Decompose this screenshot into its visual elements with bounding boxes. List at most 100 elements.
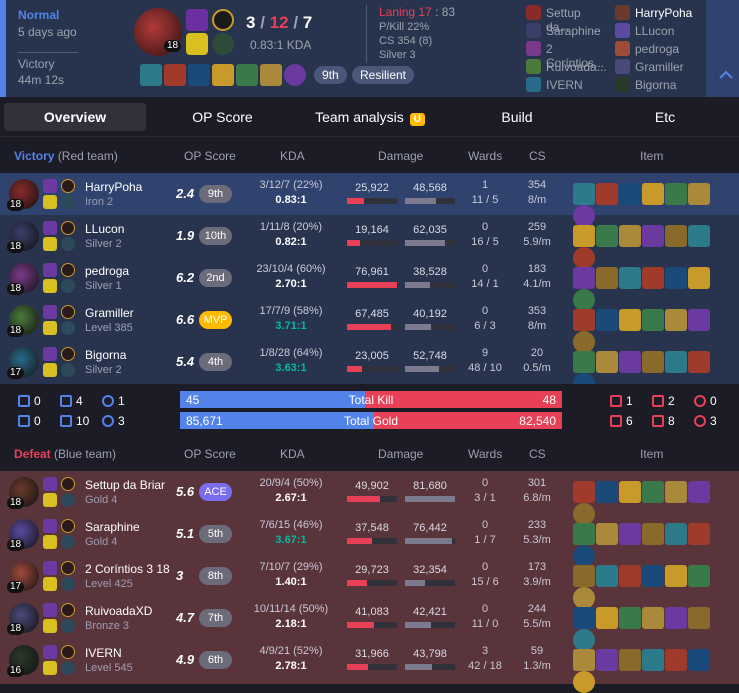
item-icon[interactable] xyxy=(596,225,618,247)
summoner-spell-icon[interactable] xyxy=(43,519,57,533)
summoner-spell-icon[interactable] xyxy=(43,603,57,617)
item-icon[interactable] xyxy=(665,481,687,503)
item-icon[interactable] xyxy=(596,607,618,629)
rune-secondary-icon[interactable] xyxy=(212,33,234,55)
item-icon[interactable] xyxy=(619,267,641,289)
summoner-name[interactable]: HarryPoha xyxy=(85,180,142,194)
summoner-spell-icon[interactable] xyxy=(43,321,57,335)
summoner-name[interactable]: RuivoadaXD xyxy=(85,604,152,618)
tab-overview[interactable]: Overview xyxy=(4,103,146,131)
item-icon[interactable] xyxy=(212,64,234,86)
rune-secondary-icon[interactable] xyxy=(61,363,75,377)
item-icon[interactable] xyxy=(573,565,595,587)
participant-item[interactable]: Saraphine xyxy=(526,23,606,39)
tab-etc[interactable]: Etc xyxy=(594,103,736,131)
rune-keystone-icon[interactable] xyxy=(61,645,75,659)
rune-keystone-icon[interactable] xyxy=(61,179,75,193)
summoner-spell-icon[interactable] xyxy=(43,263,57,277)
tab-build[interactable]: Build xyxy=(446,103,588,131)
summoner-name[interactable]: Gramiller xyxy=(85,306,134,320)
rune-secondary-icon[interactable] xyxy=(61,195,75,209)
participant-item[interactable]: IVERN xyxy=(526,77,606,93)
item-icon[interactable] xyxy=(236,64,258,86)
participant-item[interactable]: Bigorna xyxy=(615,77,705,93)
summoner-spell-icon[interactable] xyxy=(43,561,57,575)
participant-item[interactable]: Settup da... xyxy=(526,5,606,34)
rune-keystone-icon[interactable] xyxy=(61,603,75,617)
expand-button[interactable] xyxy=(706,0,739,97)
summoner-spell-icon[interactable] xyxy=(43,619,57,633)
item-icon[interactable] xyxy=(573,607,595,629)
summoner-name[interactable]: IVERN xyxy=(85,646,122,660)
item-icon[interactable] xyxy=(596,351,618,373)
rune-secondary-icon[interactable] xyxy=(61,237,75,251)
item-icon[interactable] xyxy=(665,649,687,671)
item-icon[interactable] xyxy=(642,481,664,503)
item-icon[interactable] xyxy=(665,351,687,373)
summoner-spell-icon[interactable] xyxy=(43,179,57,193)
participant-item[interactable]: Ruivoada... xyxy=(526,59,607,75)
item-icon[interactable] xyxy=(665,523,687,545)
item-icon[interactable] xyxy=(688,565,710,587)
item-icon[interactable] xyxy=(688,523,710,545)
item-icon[interactable] xyxy=(164,64,186,86)
item-icon[interactable] xyxy=(642,309,664,331)
participant-item[interactable]: Gramiller xyxy=(615,59,705,75)
tab-team-analysis[interactable]: Team analysis U xyxy=(300,103,440,131)
participant-item[interactable]: LLucon xyxy=(615,23,705,39)
item-icon[interactable] xyxy=(665,607,687,629)
rune-secondary-icon[interactable] xyxy=(61,577,75,591)
summoner-spell-icon[interactable] xyxy=(43,279,57,293)
rune-keystone-icon[interactable] xyxy=(61,347,75,361)
item-icon[interactable] xyxy=(619,481,641,503)
rune-keystone-icon[interactable] xyxy=(61,519,75,533)
item-icon[interactable] xyxy=(665,225,687,247)
item-icon[interactable] xyxy=(642,225,664,247)
item-icon[interactable] xyxy=(260,64,282,86)
summoner-spell-icon[interactable] xyxy=(43,305,57,319)
summoner-spell-icon[interactable] xyxy=(43,195,57,209)
item-icon[interactable] xyxy=(619,649,641,671)
rune-secondary-icon[interactable] xyxy=(61,493,75,507)
rune-keystone-icon[interactable] xyxy=(61,561,75,575)
rune-keystone-icon[interactable] xyxy=(212,9,234,31)
summoner-name[interactable]: Settup da Briar xyxy=(85,478,165,492)
item-icon[interactable] xyxy=(665,309,687,331)
item-icon[interactable] xyxy=(596,309,618,331)
item-icon[interactable] xyxy=(642,267,664,289)
summoner-spell-icon[interactable] xyxy=(43,577,57,591)
item-icon[interactable] xyxy=(642,565,664,587)
item-icon[interactable] xyxy=(688,351,710,373)
item-icon[interactable] xyxy=(688,649,710,671)
item-icon[interactable] xyxy=(596,565,618,587)
summoner-spell-icon[interactable] xyxy=(43,645,57,659)
summoner-name[interactable]: pedroga xyxy=(85,264,129,278)
rune-keystone-icon[interactable] xyxy=(61,221,75,235)
summoner-spell-icon[interactable] xyxy=(186,9,208,31)
item-icon[interactable] xyxy=(619,309,641,331)
tab-op-score[interactable]: OP Score xyxy=(150,103,295,131)
item-icon[interactable] xyxy=(573,523,595,545)
summoner-name[interactable]: Saraphine xyxy=(85,520,140,534)
rune-secondary-icon[interactable] xyxy=(61,279,75,293)
item-icon[interactable] xyxy=(573,351,595,373)
item-icon[interactable] xyxy=(596,481,618,503)
summoner-name[interactable]: Bigorna xyxy=(85,348,126,362)
rune-keystone-icon[interactable] xyxy=(61,305,75,319)
item-icon[interactable] xyxy=(596,267,618,289)
summoner-name[interactable]: LLucon xyxy=(85,222,124,236)
item-icon[interactable] xyxy=(619,183,641,205)
summoner-spell-icon[interactable] xyxy=(43,347,57,361)
participant-item[interactable]: 2 Coríntios... xyxy=(526,41,606,70)
participant-item[interactable]: pedroga xyxy=(615,41,705,57)
item-icon[interactable] xyxy=(642,649,664,671)
item-icon[interactable] xyxy=(665,183,687,205)
item-icon[interactable] xyxy=(688,225,710,247)
item-icon[interactable] xyxy=(596,183,618,205)
item-icon[interactable] xyxy=(642,183,664,205)
rune-keystone-icon[interactable] xyxy=(61,477,75,491)
item-icon[interactable] xyxy=(665,565,687,587)
participant-item[interactable]: HarryPoha xyxy=(615,5,705,21)
rune-secondary-icon[interactable] xyxy=(61,661,75,675)
item-icon[interactable] xyxy=(688,183,710,205)
